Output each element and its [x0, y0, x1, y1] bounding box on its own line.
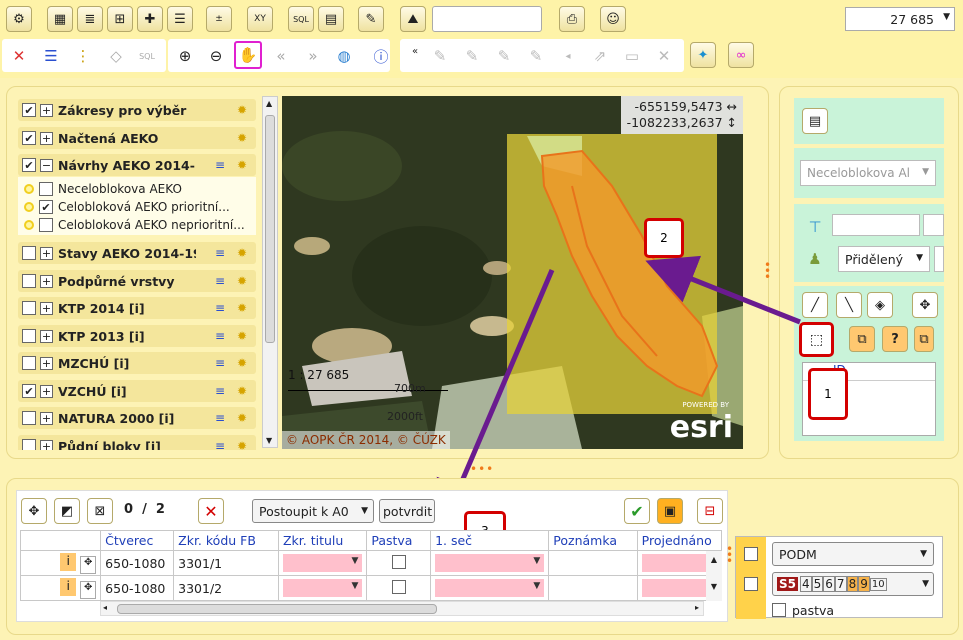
cell-sec[interactable] — [430, 575, 550, 601]
scroll-up-icon[interactable]: ▲ — [706, 555, 722, 564]
table-row[interactable]: i ✥ 650-1080 3301/2 — [19, 575, 723, 601]
scroll-left-icon[interactable]: ◂ — [103, 603, 107, 612]
confirm-button[interactable]: potvrdit — [379, 499, 435, 523]
record-counter: 0 / 2 — [124, 502, 165, 517]
sec-select[interactable] — [435, 579, 545, 597]
season-select[interactable]: S5 4 5 6 7 8 9 10 ▼ — [772, 572, 934, 596]
chevron-down-icon: ▼ — [920, 549, 927, 559]
splitter-handle-vertical[interactable]: • • • — [726, 543, 733, 567]
column-header[interactable]: Čtverec — [100, 530, 175, 551]
table-horizontal-scrollbar[interactable]: ◂ ▸ — [100, 601, 704, 616]
scroll-right-icon[interactable]: ▸ — [695, 603, 699, 612]
chevron-down-icon: ▼ — [922, 579, 929, 589]
column-header[interactable]: Projednáno — [636, 530, 723, 551]
scrollbar-thumb[interactable] — [117, 604, 437, 614]
column-header[interactable]: Pastva — [366, 530, 432, 551]
sec-select[interactable] — [435, 554, 545, 572]
cell-kod: 3301/1 — [173, 550, 279, 576]
filter-options-panel: PODM ▼ S5 4 5 6 7 8 9 10 ▼ pastva — [735, 536, 943, 619]
delete-record-icon[interactable]: ⊟ — [697, 498, 723, 524]
season-num: 6 — [823, 576, 835, 592]
pastva-checkbox[interactable] — [391, 579, 406, 594]
cell-pastva[interactable] — [366, 550, 432, 576]
splitter-handle-horizontal[interactable]: ••• — [470, 462, 494, 476]
cell-ctverec: 650-1080 — [100, 550, 175, 576]
cell-poznamka[interactable] — [548, 575, 638, 601]
info-icon[interactable]: i — [60, 577, 77, 596]
season-checkbox[interactable] — [744, 577, 758, 591]
cell-sec[interactable] — [430, 550, 550, 576]
column-header[interactable]: 1. seč — [430, 530, 550, 551]
save-icon[interactable]: ▣ — [657, 498, 683, 524]
action-select-value: Postoupit k A0 — [259, 504, 349, 519]
season-start-badge: S5 — [777, 577, 798, 591]
counter-total: 2 — [155, 502, 165, 517]
row-tools: i ✥ — [19, 575, 102, 601]
clear-filter-icon[interactable]: ⊠ — [87, 498, 113, 524]
podm-checkbox[interactable] — [744, 547, 758, 561]
pastva-filter-label: pastva — [792, 603, 835, 618]
pastva-filter-checkbox[interactable] — [772, 603, 786, 617]
zoom-extent-icon[interactable]: ◩ — [54, 498, 80, 524]
table-vertical-scrollbar[interactable]: ▲ ▼ — [706, 551, 722, 601]
podm-select[interactable]: PODM ▼ — [772, 542, 934, 566]
season-num: 9 — [858, 576, 870, 592]
column-header[interactable]: Zkr. titulu — [277, 530, 368, 551]
season-num: 4 — [800, 576, 812, 592]
close-icon[interactable]: ✕ — [198, 498, 224, 524]
move-arrows-icon[interactable]: ✥ — [80, 555, 97, 574]
chevron-down-icon: ▼ — [361, 506, 368, 516]
titul-select[interactable] — [282, 579, 363, 597]
column-header[interactable]: Zkr. kódu FB — [173, 530, 279, 551]
cell-pastva[interactable] — [366, 575, 432, 601]
move-arrows-icon[interactable]: ✥ — [21, 498, 47, 524]
cell-kod: 3301/2 — [173, 575, 279, 601]
attribute-table: Čtverec Zkr. kódu FB Zkr. titulu Pastva … — [19, 530, 723, 601]
season-num: 8 — [846, 576, 859, 592]
column-header[interactable]: Poznámka — [548, 530, 638, 551]
cell-titul[interactable] — [277, 550, 368, 576]
row-tools-header — [19, 530, 102, 551]
action-select[interactable]: Postoupit k A0 ▼ — [252, 499, 374, 523]
check-icon[interactable]: ✔ — [624, 498, 650, 524]
info-icon[interactable]: i — [60, 552, 77, 571]
counter-current: 0 — [124, 502, 134, 517]
season-num: 10 — [869, 577, 887, 591]
counter-sep: / — [142, 502, 147, 517]
pastva-checkbox[interactable] — [391, 554, 406, 569]
season-num: 5 — [811, 576, 824, 592]
cell-titul[interactable] — [277, 575, 368, 601]
season-num: 7 — [834, 576, 847, 592]
podm-select-value: PODM — [779, 547, 817, 562]
move-arrows-icon[interactable]: ✥ — [80, 580, 97, 599]
cell-poznamka[interactable] — [548, 550, 638, 576]
scroll-down-icon[interactable]: ▼ — [706, 582, 722, 591]
table-header-row: Čtverec Zkr. kódu FB Zkr. titulu Pastva … — [19, 530, 723, 551]
table-row[interactable]: i ✥ 650-1080 3301/1 — [19, 550, 723, 576]
row-tools: i ✥ — [19, 550, 102, 576]
titul-select[interactable] — [282, 554, 363, 572]
cell-ctverec: 650-1080 — [100, 575, 175, 601]
